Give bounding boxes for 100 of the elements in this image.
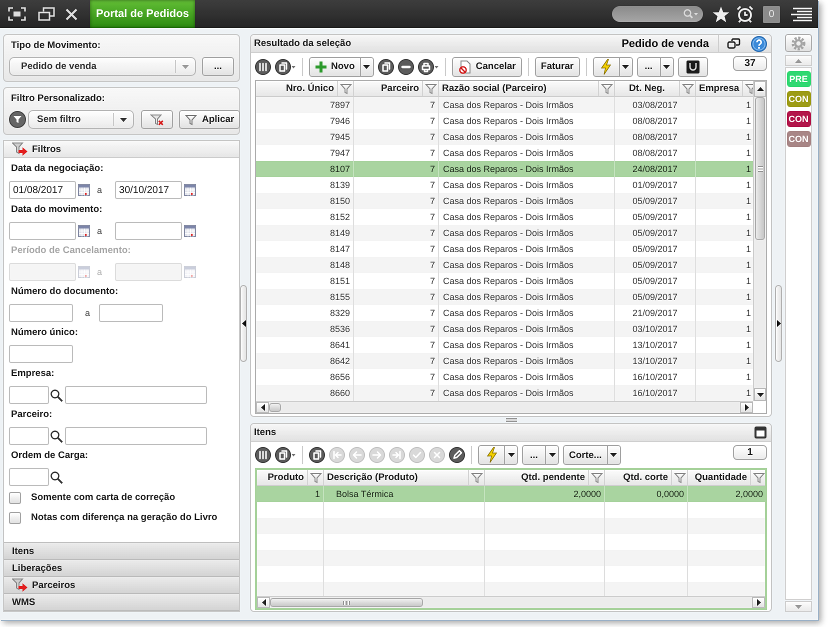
- code-field[interactable]: [9, 427, 49, 445]
- column-header[interactable]: Qtd. pendente: [485, 470, 605, 485]
- clear-filter-button[interactable]: [141, 110, 173, 129]
- number-field[interactable]: [9, 304, 73, 322]
- fullscreen-icon[interactable]: [8, 7, 26, 21]
- actions-button[interactable]: [592, 56, 620, 76]
- table-row[interactable]: 8148 7 Casa dos Reparos - Dois Irmãos 05/09/2017 1: [256, 257, 753, 273]
- menu-icon[interactable]: [790, 6, 812, 22]
- dropdown-button[interactable]: [545, 445, 559, 465]
- calendar-icon[interactable]: [78, 184, 90, 196]
- table-row[interactable]: 8149 7 Casa dos Reparos - Dois Irmãos 05/09/2017 1: [256, 225, 753, 241]
- maximize-icon[interactable]: [754, 426, 767, 439]
- close-icon[interactable]: [65, 8, 78, 20]
- duplicate-icon[interactable]: [378, 58, 394, 74]
- bag-button[interactable]: [678, 56, 708, 76]
- date-field[interactable]: [9, 222, 76, 240]
- column-header[interactable]: Produto: [257, 470, 324, 485]
- cut-button[interactable]: Corte...: [563, 445, 608, 465]
- column-header[interactable]: Quantidade: [688, 470, 765, 485]
- restore-icon[interactable]: [38, 7, 55, 21]
- section-header[interactable]: WMS: [4, 594, 239, 611]
- pages-icon[interactable]: [275, 447, 296, 463]
- number-field[interactable]: [9, 345, 73, 363]
- grid-icon[interactable]: [255, 447, 271, 463]
- calendar-icon[interactable]: [184, 225, 196, 237]
- duplicate-icon[interactable]: [309, 447, 325, 463]
- grid-icon[interactable]: [255, 58, 271, 74]
- date-field[interactable]: 30/10/2017: [115, 181, 182, 199]
- column-header[interactable]: Descrição (Produto): [324, 470, 485, 485]
- cancel-button[interactable]: Cancelar: [452, 56, 522, 76]
- calendar-icon[interactable]: [184, 184, 196, 196]
- more-button[interactable]: ...: [636, 56, 661, 76]
- vertical-scrollbar[interactable]: [753, 81, 766, 401]
- dropdown-button[interactable]: [360, 56, 374, 76]
- movement-type-select[interactable]: Pedido de venda: [9, 57, 196, 76]
- pages-icon[interactable]: [275, 58, 296, 74]
- invoice-button[interactable]: Faturar: [534, 56, 580, 76]
- search-icon[interactable]: [50, 388, 63, 402]
- copy-icon[interactable]: [727, 38, 741, 50]
- date-field[interactable]: 01/08/2017: [9, 181, 76, 199]
- printer-icon[interactable]: [418, 58, 439, 74]
- column-header[interactable]: Dt. Neg.: [615, 81, 696, 96]
- column-header[interactable]: Razão social (Parceiro): [439, 81, 615, 96]
- scroll-right-button[interactable]: [752, 597, 765, 608]
- table-row[interactable]: 8642 7 Casa dos Reparos - Dois Irmãos 13/10/2017 1: [256, 353, 753, 369]
- apply-button[interactable]: Aplicar: [179, 110, 240, 129]
- number-field[interactable]: [99, 304, 164, 322]
- status-badge[interactable]: CON: [786, 111, 810, 127]
- code-field[interactable]: [9, 386, 49, 404]
- dropdown-button[interactable]: [660, 56, 674, 76]
- table-row[interactable]: 7945 7 Casa dos Reparos - Dois Irmãos 08/08/2017 1: [256, 129, 753, 145]
- minus-icon[interactable]: [398, 58, 414, 74]
- actions-button[interactable]: [478, 445, 505, 465]
- section-header[interactable]: Liberações: [4, 560, 239, 577]
- horizontal-scrollbar[interactable]: [256, 401, 753, 413]
- help-icon[interactable]: [751, 36, 767, 52]
- table-row[interactable]: 8536 7 Casa dos Reparos - Dois Irmãos 03/10/2017 1: [256, 321, 753, 337]
- collapse-handle[interactable]: [775, 284, 782, 362]
- table-row[interactable]: 8107 7 Casa dos Reparos - Dois Irmãos 24/08/2017 1: [256, 161, 753, 177]
- scrollbar-thumb[interactable]: [270, 598, 423, 607]
- pencil-icon[interactable]: [449, 447, 465, 463]
- collapse-handle[interactable]: [240, 284, 247, 362]
- column-header[interactable]: Parceiro: [354, 81, 439, 96]
- scrollbar-thumb[interactable]: [269, 403, 281, 412]
- table-row[interactable]: 8660 7 Casa dos Reparos - Dois Irmãos 16/10/2017 1: [256, 385, 753, 401]
- table-row[interactable]: 7897 7 Casa dos Reparos - Dois Irmãos 03/08/2017 1: [256, 97, 753, 113]
- scrollbar-thumb[interactable]: [755, 97, 765, 240]
- new-button[interactable]: Novo: [309, 56, 361, 76]
- dropdown-button[interactable]: [618, 56, 633, 76]
- scroll-left-button[interactable]: [257, 597, 270, 608]
- star-icon[interactable]: [712, 6, 730, 22]
- section-header[interactable]: Itens: [4, 543, 239, 560]
- search-icon[interactable]: [50, 470, 63, 484]
- dropdown-button[interactable]: [504, 445, 518, 465]
- filter-select[interactable]: Sem filtro: [28, 110, 134, 129]
- section-header[interactable]: Parceiros: [4, 577, 239, 594]
- horizontal-scrollbar[interactable]: [257, 596, 765, 608]
- splitter-grip[interactable]: [506, 418, 516, 422]
- search-field[interactable]: [612, 6, 703, 22]
- table-row[interactable]: 8150 7 Casa dos Reparos - Dois Irmãos 05/09/2017 1: [256, 193, 753, 209]
- section-header[interactable]: Filtros: [4, 141, 239, 158]
- table-row[interactable]: 8155 7 Casa dos Reparos - Dois Irmãos 05/09/2017 1: [256, 289, 753, 305]
- dropdown-button[interactable]: [606, 445, 621, 465]
- settings-button[interactable]: [785, 34, 812, 52]
- alarm-clock-icon[interactable]: [736, 5, 754, 23]
- scroll-down-button[interactable]: [754, 388, 766, 401]
- calendar-icon[interactable]: [78, 225, 90, 237]
- description-field[interactable]: [65, 427, 207, 445]
- date-field[interactable]: [115, 222, 182, 240]
- column-header[interactable]: Nro. Único: [256, 81, 354, 96]
- filter-icon[interactable]: [9, 111, 26, 128]
- table-row[interactable]: 1 Bolsa Térmica 2,0000 0,0000 2,0000: [257, 486, 765, 502]
- more-button[interactable]: ...: [202, 57, 234, 76]
- column-header[interactable]: Qtd. corte: [605, 470, 688, 485]
- description-field[interactable]: [65, 386, 207, 404]
- code-field[interactable]: [9, 468, 49, 486]
- scroll-left-button[interactable]: [256, 402, 269, 413]
- scroll-right-button[interactable]: [740, 402, 753, 413]
- scroll-up-button[interactable]: [754, 81, 766, 97]
- more-button[interactable]: ...: [522, 445, 546, 465]
